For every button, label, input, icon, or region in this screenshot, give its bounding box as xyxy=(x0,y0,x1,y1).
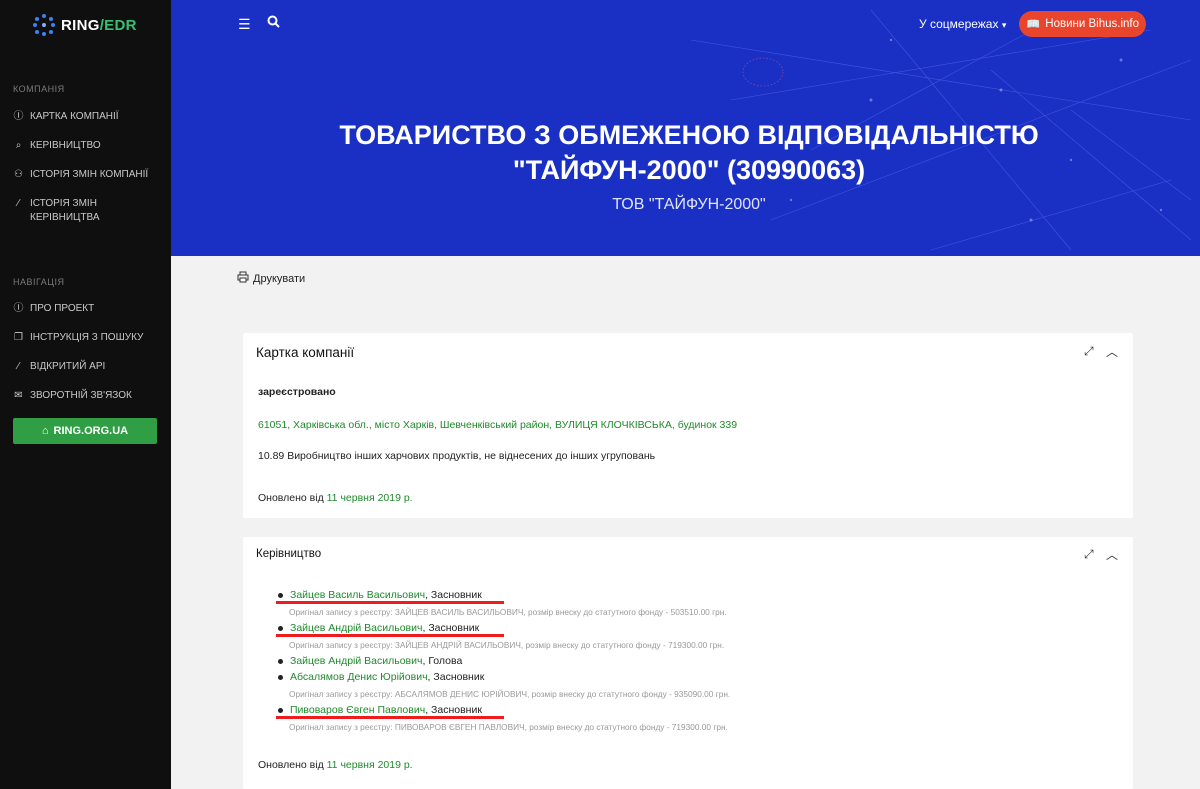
page-title-line2: "ТАЙФУН-2000" (30990063) xyxy=(512,155,866,185)
person-role: , Засновник xyxy=(425,704,482,716)
updated-date[interactable]: 11 червня 2019 р. xyxy=(327,492,413,504)
updated-date[interactable]: 11 червня 2019 р. xyxy=(327,759,413,771)
page-title-line1: ТОВАРИСТВО З ОБМЕЖЕНОЮ ВІДПОВІДАЛЬНІСТЮ xyxy=(339,120,1039,150)
wand-icon: ⁄ xyxy=(17,198,20,209)
updated-label: Оновлено від xyxy=(258,492,324,504)
ring-button-label: RING.ORG.UA xyxy=(53,425,129,437)
person-link[interactable]: Зайцев Андрій Васильович xyxy=(290,622,422,634)
updated-row: Оновлено від 11 червня 2019 р. xyxy=(258,759,413,771)
sidebar-item-about[interactable]: ⓘ ПРО ПРОЕКТ xyxy=(13,302,163,316)
highlight-underline xyxy=(276,716,504,719)
envelope-icon: ✉ xyxy=(14,390,23,401)
logo[interactable]: RING/EDR xyxy=(33,14,137,36)
sidebar-item-company-history[interactable]: ⚇ ІСТОРІЯ ЗМІН КОМПАНІЇ xyxy=(13,168,163,182)
social-dropdown[interactable]: У соцмережах ▾ xyxy=(919,17,1006,31)
sidebar-item-management[interactable]: ⌕ КЕРІВНИЦТВО xyxy=(13,139,163,153)
sidebar-item-feedback[interactable]: ✉ ЗВОРОТНІЙ ЗВ'ЯЗОК xyxy=(13,389,163,403)
person-role: , Засновник xyxy=(422,622,480,634)
sidebar-item-label: КЕРІВНИЦТВО xyxy=(30,140,101,151)
sidebar-item-label: ІСТОРІЯ ЗМІН КЕРІВНИЦТВА xyxy=(30,198,100,223)
person-link[interactable]: Пивоваров Євген Павлович xyxy=(290,704,425,716)
sidebar-section-company: КОМПАНІЯ xyxy=(13,84,65,94)
search-icon[interactable] xyxy=(267,15,280,31)
sidebar-item-label: ІНСТРУКЦІЯ З ПОШУКУ xyxy=(30,332,144,343)
highlight-underline xyxy=(276,601,504,604)
search-person-icon: ⌕ xyxy=(15,140,22,151)
sidebar-item-management-history[interactable]: ⁄ ІСТОРІЯ ЗМІН КЕРІВНИЦТВА xyxy=(13,197,163,225)
print-label: Друкувати xyxy=(253,272,306,285)
registry-original: Оригінал запису з реєстру: АБСАЛЯМОВ ДЕН… xyxy=(289,689,731,699)
list-item: Зайцев Василь Васильович, Засновник xyxy=(278,589,482,601)
sidebar-item-label: КАРТКА КОМПАНІЇ xyxy=(30,111,119,122)
company-address[interactable]: 61051, Харківська обл., місто Харків, Ше… xyxy=(258,419,737,431)
sidebar-item-label: ІСТОРІЯ ЗМІН КОМПАНІЇ xyxy=(30,169,149,180)
page-title: ТОВАРИСТВО З ОБМЕЖЕНОЮ ВІДПОВІДАЛЬНІСТЮ … xyxy=(171,118,1200,188)
updated-row: Оновлено від 11 червня 2019 р. xyxy=(258,492,413,504)
company-status: зареєстровано xyxy=(258,386,336,398)
copy-icon: ❐ xyxy=(14,332,23,343)
info-circle-icon: ⓘ xyxy=(13,111,24,122)
person-link[interactable]: Зайцев Василь Васильович xyxy=(290,589,425,601)
expand-icon[interactable]: ⤢ xyxy=(1084,547,1094,562)
news-button[interactable]: 📖 Новини Bihus.info xyxy=(1019,11,1146,37)
list-item: Пивоваров Євген Павлович, Засновник xyxy=(278,704,482,716)
bullet xyxy=(278,658,283,664)
list-item: Абсалямов Денис Юрійович, Засновник xyxy=(278,671,484,683)
sidebar-item-search-guide[interactable]: ❐ ІНСТРУКЦІЯ З ПОШУКУ xyxy=(13,331,163,345)
updated-label: Оновлено від xyxy=(258,759,324,771)
sidebar-item-company-card[interactable]: ⓘ КАРТКА КОМПАНІЇ xyxy=(13,110,163,124)
sidebar-item-label: ВІДКРИТИЙ API xyxy=(30,361,106,372)
person-role: , Засновник xyxy=(427,671,485,683)
sidebar-section-navigation: НАВІГАЦІЯ xyxy=(13,277,65,287)
registry-original: Оригінал запису з реєстру: ПИВОВАРОВ ЄВГ… xyxy=(289,722,728,732)
social-label: У соцмережах xyxy=(919,17,999,31)
bullet xyxy=(278,592,283,598)
printer-icon xyxy=(237,271,249,286)
bullet xyxy=(278,625,283,631)
management-card: Керівництво ⤢ ︿ Зайцев Василь Васильович… xyxy=(243,537,1133,789)
person-link[interactable]: Абсалямов Денис Юрійович xyxy=(290,671,428,683)
print-button[interactable]: Друкувати xyxy=(237,271,305,286)
card-title: Картка компанії xyxy=(256,345,355,360)
list-item: Зайцев Андрій Васильович, Голова xyxy=(278,655,462,667)
bullet xyxy=(278,707,283,713)
wand-icon: ⁄ xyxy=(17,361,20,372)
news-button-label: Новини Bihus.info xyxy=(1045,18,1140,30)
page-subtitle: ТОВ "ТАЙФУН-2000" xyxy=(612,196,766,213)
logo-dots-icon xyxy=(33,14,55,36)
chevron-up-icon[interactable]: ︿ xyxy=(1106,546,1118,563)
info-circle-icon: ⓘ xyxy=(13,303,24,314)
person-history-icon: ⚇ xyxy=(14,169,23,180)
logo-text: RING/EDR xyxy=(61,16,137,34)
registry-original: Оригінал запису з реєстру: ЗАЙЦЕВ АНДРІЙ… xyxy=(289,640,725,650)
menu-icon[interactable]: ☰ xyxy=(238,16,251,33)
list-item: Зайцев Андрій Васильович, Засновник xyxy=(278,622,479,634)
sidebar: RING/EDR КОМПАНІЯ ⓘ КАРТКА КОМПАНІЇ ⌕ КЕ… xyxy=(0,0,171,789)
person-role: , Засновник xyxy=(425,589,482,601)
book-icon: 📖 xyxy=(1025,19,1041,31)
sidebar-item-label: ЗВОРОТНІЙ ЗВ'ЯЗОК xyxy=(30,390,132,401)
ring-org-button[interactable]: ⌂ RING.ORG.UA xyxy=(13,418,157,444)
company-activity: 10.89 Виробництво інших харчових продукт… xyxy=(258,450,656,462)
company-card: Картка компанії ⤢ ︿ зареєстровано 61051,… xyxy=(243,333,1133,518)
registry-original: Оригінал запису з реєстру: ЗАЙЦЕВ ВАСИЛЬ… xyxy=(289,607,727,617)
person-link[interactable]: Зайцев Андрій Васильович xyxy=(290,655,422,667)
expand-icon[interactable]: ⤢ xyxy=(1084,344,1094,359)
sidebar-item-open-api[interactable]: ⁄ ВІДКРИТИЙ API xyxy=(13,360,163,374)
chevron-down-icon: ▾ xyxy=(1001,20,1007,30)
chevron-up-icon[interactable]: ︿ xyxy=(1106,343,1118,360)
header-banner: ☰ У соцмережах ▾ 📖 Новини Bihus.info ТОВ… xyxy=(171,0,1200,256)
sidebar-item-label: ПРО ПРОЕКТ xyxy=(30,303,95,314)
bullet xyxy=(278,674,283,680)
home-icon: ⌂ xyxy=(41,425,49,437)
card-title: Керівництво xyxy=(256,548,322,560)
highlight-underline xyxy=(276,634,504,637)
person-role: , Голова xyxy=(422,655,463,667)
